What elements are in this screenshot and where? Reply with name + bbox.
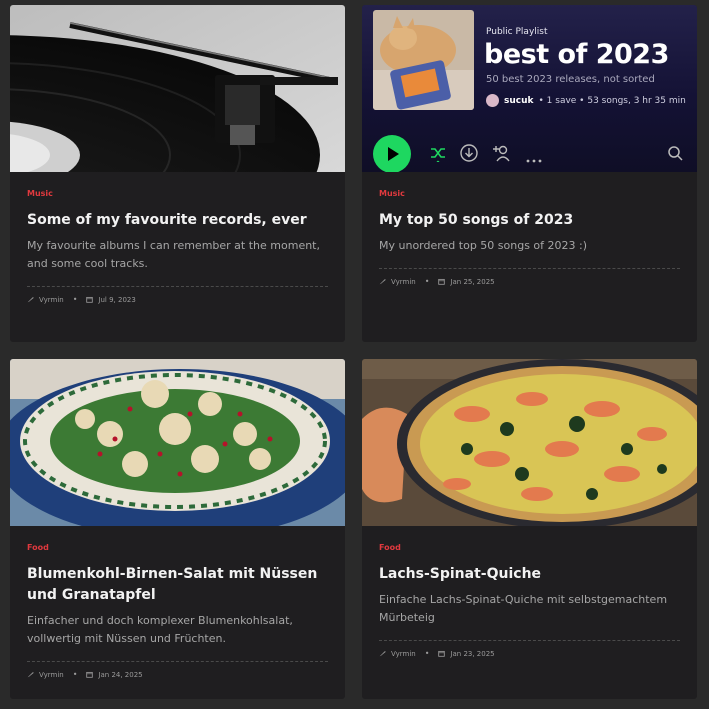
- calendar-icon: [438, 650, 446, 657]
- add-user-icon: [492, 144, 512, 166]
- post-date: Jan 24, 2025: [98, 670, 143, 679]
- post-title[interactable]: Some of my favourite records, ever: [27, 210, 328, 231]
- playlist-name: best of 2023: [484, 39, 669, 70]
- post-category[interactable]: Music: [27, 188, 328, 200]
- post-date: Jan 25, 2025: [450, 277, 495, 286]
- feather-icon: [27, 296, 34, 303]
- more-options-icon: [525, 149, 543, 168]
- post-card[interactable]: Music Some of my favourite records, ever…: [10, 5, 345, 342]
- avatar: [486, 94, 499, 107]
- post-meta: Vyrmin • Jan 25, 2025: [379, 268, 680, 286]
- feather-icon: [379, 650, 386, 657]
- post-title[interactable]: My top 50 songs of 2023: [379, 210, 680, 231]
- download-icon: [460, 144, 478, 166]
- post-thumbnail-turntable[interactable]: [10, 5, 345, 172]
- meta-separator: •: [424, 277, 430, 286]
- post-thumbnail-salad[interactable]: [10, 359, 345, 526]
- meta-separator: •: [424, 649, 430, 658]
- feather-icon: [27, 671, 34, 678]
- post-thumbnail-quiche[interactable]: [362, 359, 697, 526]
- post-author[interactable]: Vyrmin: [391, 278, 416, 286]
- post-grid: Music Some of my favourite records, ever…: [0, 0, 709, 709]
- post-author[interactable]: Vyrmin: [39, 671, 64, 679]
- playlist-description: 50 best 2023 releases, not sorted: [486, 74, 655, 85]
- play-button: [373, 135, 411, 172]
- playlist-owner: sucuk: [504, 95, 534, 106]
- playlist-cover-cat: [373, 10, 474, 110]
- post-excerpt: Einfacher und doch komplexer Blumenkohls…: [27, 614, 293, 645]
- calendar-icon: [438, 278, 446, 285]
- calendar-icon: [86, 296, 94, 303]
- post-title[interactable]: Lachs-Spinat-Quiche: [379, 564, 680, 585]
- post-category[interactable]: Food: [379, 542, 680, 554]
- post-category[interactable]: Food: [27, 542, 328, 554]
- post-date: Jul 9, 2023: [98, 295, 136, 304]
- post-card[interactable]: Food Blumenkohl-Birnen-Salat mit Nüssen …: [10, 359, 345, 699]
- feather-icon: [379, 278, 386, 285]
- playlist-stats: • 1 save • 53 songs, 3 hr 35 min: [538, 95, 686, 106]
- shuffle-icon: [429, 144, 447, 166]
- post-thumbnail-playlist[interactable]: Public Playlist best of 2023 50 best 202…: [362, 5, 697, 172]
- post-author[interactable]: Vyrmin: [391, 650, 416, 658]
- search-icon: [667, 145, 683, 165]
- post-excerpt: My favourite albums I can remember at th…: [27, 239, 320, 270]
- post-title[interactable]: Blumenkohl-Birnen-Salat mit Nüssen und G…: [27, 564, 328, 606]
- post-card[interactable]: Public Playlist best of 2023 50 best 202…: [362, 5, 697, 342]
- playlist-controls: [373, 135, 683, 172]
- meta-separator: •: [72, 670, 78, 679]
- post-meta: Vyrmin • Jul 9, 2023: [27, 286, 328, 304]
- calendar-icon: [86, 671, 94, 678]
- playlist-visibility: Public Playlist: [486, 27, 548, 37]
- playlist-owner-row: sucuk • 1 save • 53 songs, 3 hr 35 min: [486, 94, 686, 107]
- post-card[interactable]: Food Lachs-Spinat-Quiche Einfache Lachs-…: [362, 359, 697, 699]
- post-excerpt: Einfache Lachs-Spinat-Quiche mit selbstg…: [379, 593, 668, 624]
- post-author[interactable]: Vyrmin: [39, 296, 64, 304]
- post-meta: Vyrmin • Jan 24, 2025: [27, 661, 328, 679]
- meta-separator: •: [72, 295, 78, 304]
- post-date: Jan 23, 2025: [450, 649, 495, 658]
- post-excerpt: My unordered top 50 songs of 2023 :): [379, 239, 588, 252]
- post-meta: Vyrmin • Jan 23, 2025: [379, 640, 680, 658]
- post-category[interactable]: Music: [379, 188, 680, 200]
